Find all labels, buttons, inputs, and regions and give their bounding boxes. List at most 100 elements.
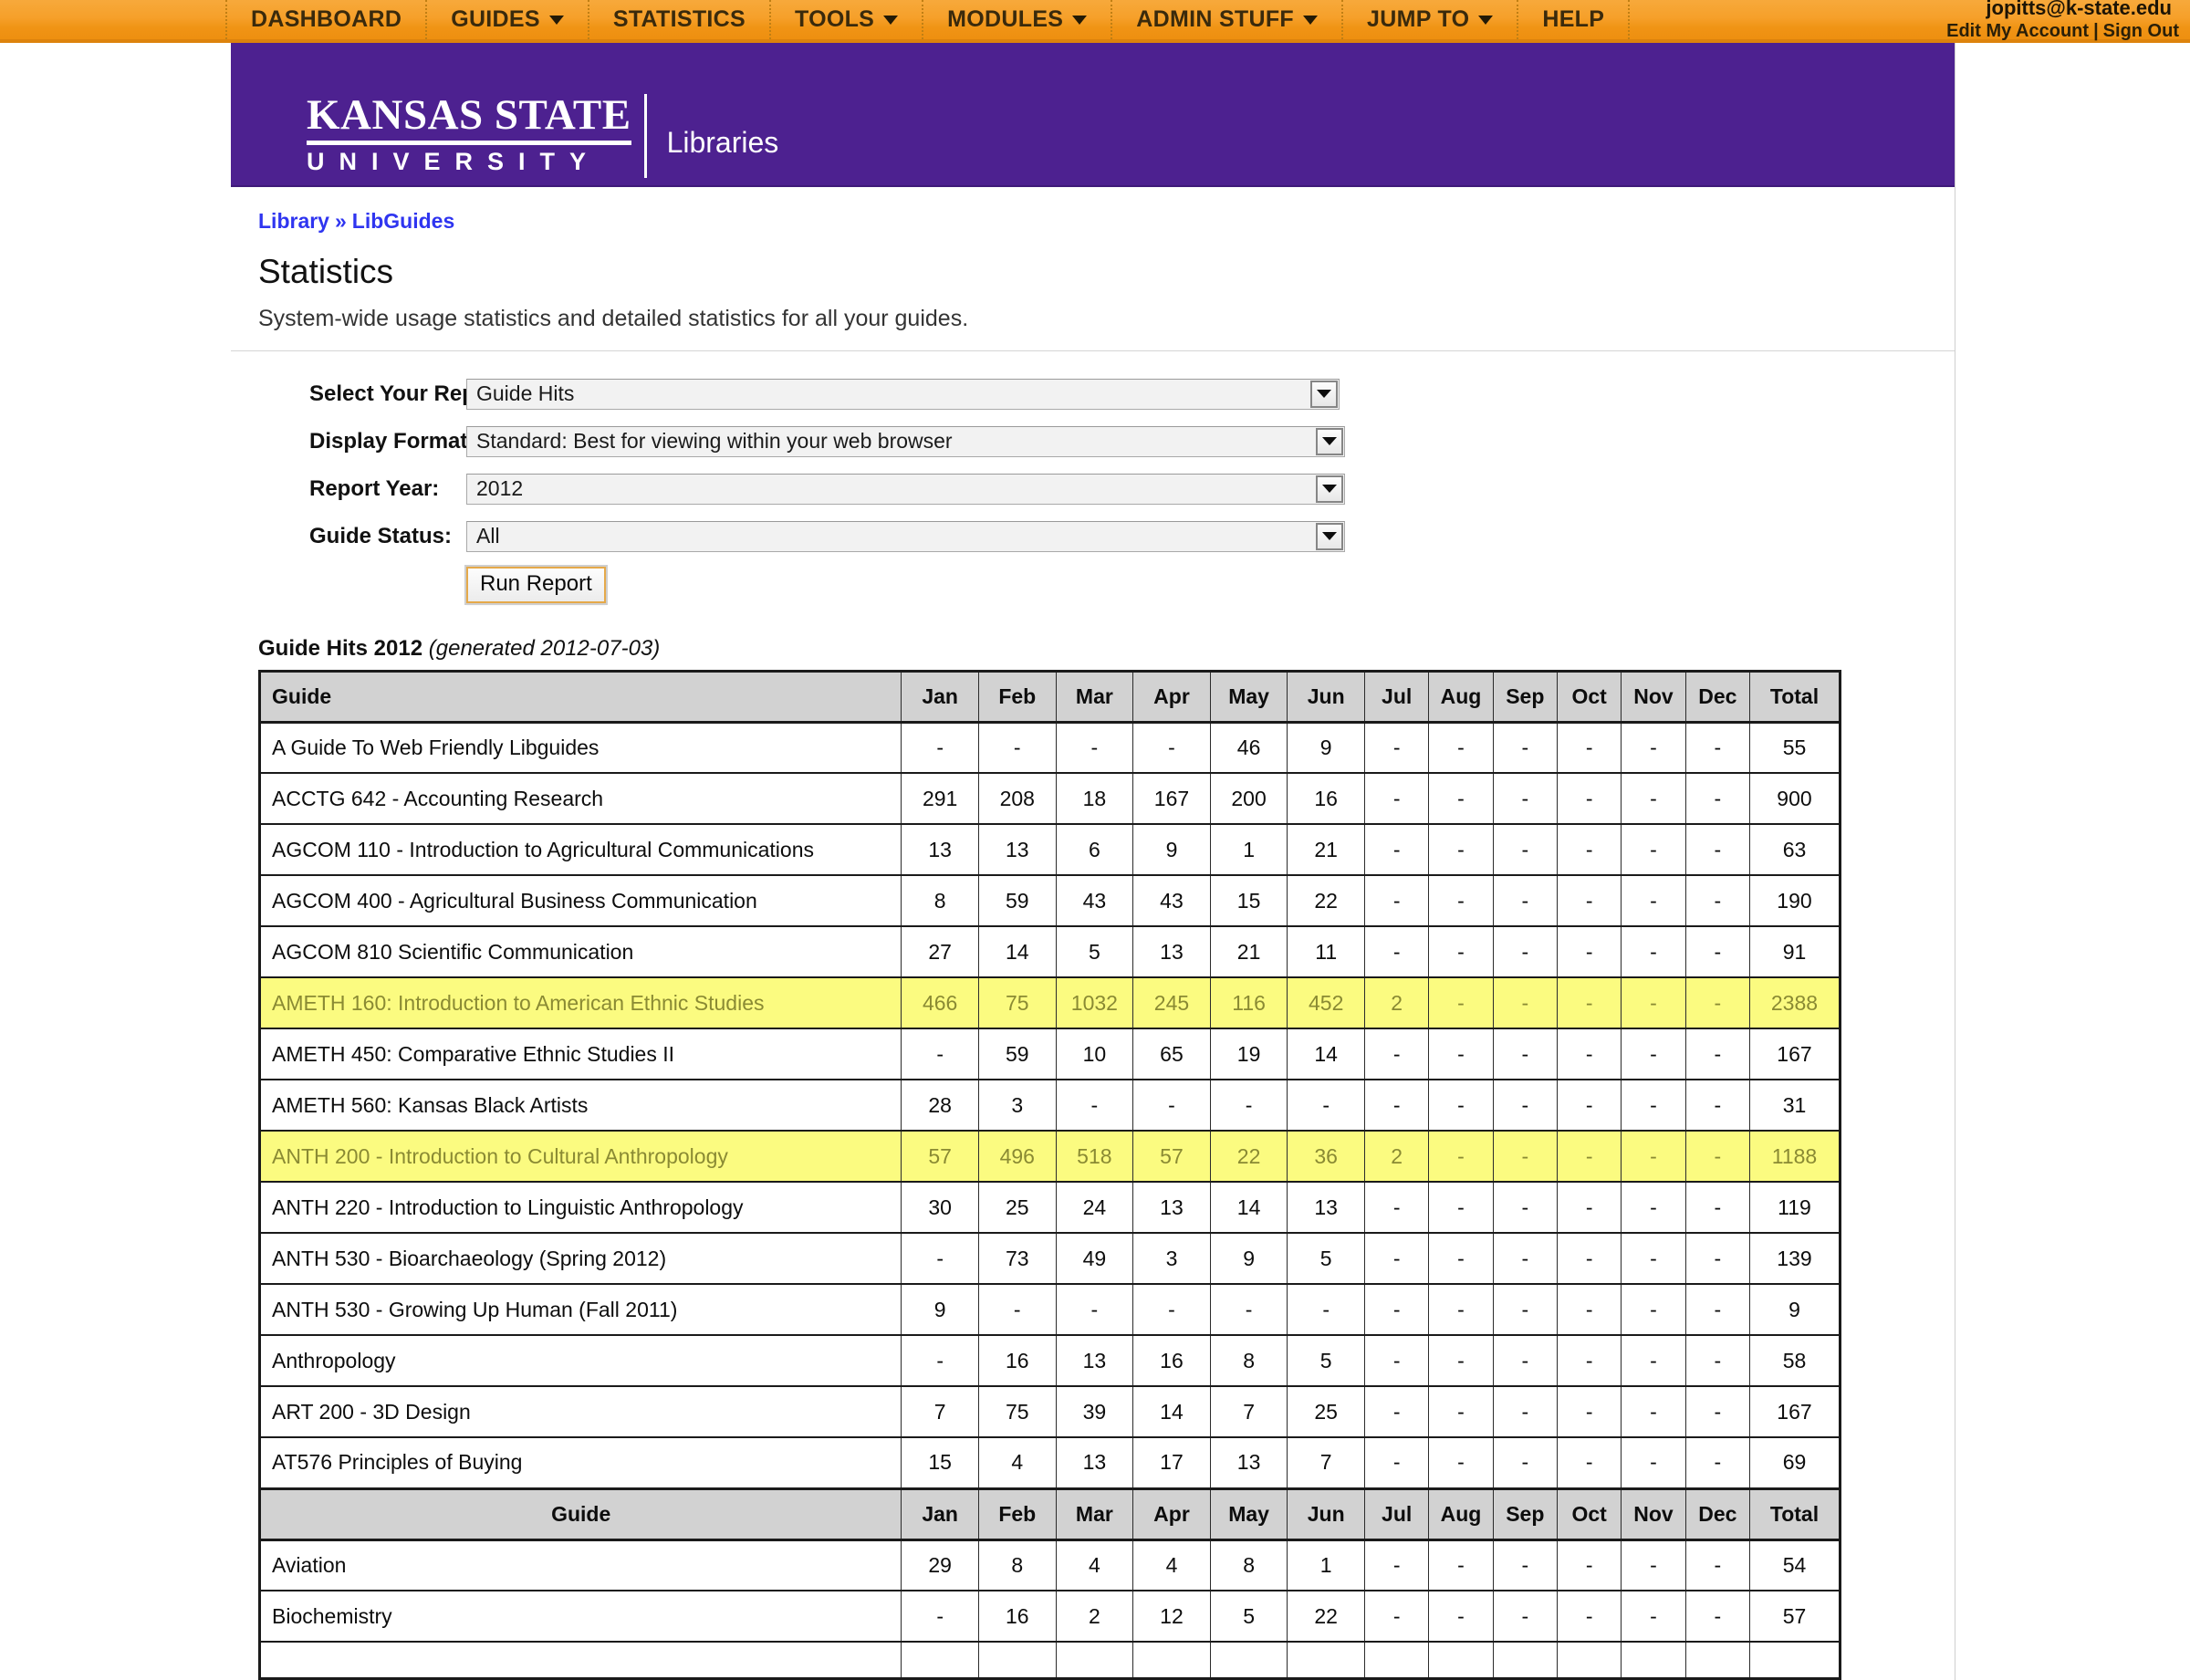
- select-value: 2012: [476, 476, 524, 501]
- hits-cell-nov: -: [1621, 1028, 1686, 1081]
- hits-cell-aug: -: [1428, 1028, 1494, 1081]
- table-row[interactable]: AT576 Principles of Buying 15 4 13 17 13 7- - - -…: [258, 1436, 1841, 1490]
- hits-cell-feb: 59: [977, 1028, 1057, 1081]
- nav-item-statistics[interactable]: STATISTICS: [589, 0, 771, 39]
- select-guide-status[interactable]: All: [466, 520, 1345, 552]
- table-row[interactable]: AGCOM 400 - Agricultural Business Commun…: [258, 874, 1841, 928]
- table-header: Guide Jan Feb Mar Apr May Jun Jul Aug Sep Oct Nov De…: [258, 670, 1841, 724]
- table-row[interactable]: ANTH 200 - Introduction to Cultural Anth…: [258, 1130, 1841, 1184]
- account-email: jopitts@k-state.edu: [1986, 0, 2172, 19]
- nav-item-jump-to[interactable]: JUMP TO: [1343, 0, 1519, 39]
- select-report-year[interactable]: 2012: [466, 473, 1345, 505]
- hits-cell-jan: 27: [901, 925, 979, 979]
- table-row[interactable]: Biochemistry -16 2 12 5 22- - - - - -57: [258, 1590, 1841, 1643]
- nav-item-modules[interactable]: MODULES: [923, 0, 1113, 39]
- empty-cell: [1748, 1641, 1841, 1680]
- form-button-spacer: [258, 567, 466, 603]
- hits-cell-oct: -: [1556, 976, 1622, 1030]
- empty-cell: [901, 1641, 979, 1680]
- empty-cell: [1428, 1641, 1494, 1680]
- hits-cell-aug: -: [1428, 772, 1494, 826]
- hits-cell-jun: 5: [1287, 1334, 1365, 1388]
- dropdown-arrow-button[interactable]: [1316, 522, 1343, 550]
- breadcrumb-separator: »: [334, 209, 347, 233]
- hits-cell-jan: 30: [901, 1181, 979, 1235]
- hits-cell-feb: -: [977, 721, 1057, 775]
- guide-name-cell: ANTH 200 - Introduction to Cultural Anth…: [258, 1130, 902, 1184]
- dropdown-arrow-button[interactable]: [1316, 475, 1343, 503]
- page-header-area: Library» LibGuides Statistics System-wide…: [231, 187, 1955, 351]
- hits-cell-nov: -: [1621, 721, 1686, 775]
- nav-item-tools[interactable]: TOOLS: [771, 0, 924, 39]
- hits-cell-jan: 29: [901, 1539, 979, 1592]
- hits-cell-may: 46: [1209, 721, 1288, 775]
- run-report-button[interactable]: Run Report: [464, 564, 608, 605]
- logo-rule: [307, 141, 631, 145]
- dropdown-arrow-button[interactable]: [1316, 427, 1343, 455]
- nav-item-dashboard[interactable]: DASHBOARD: [225, 0, 428, 39]
- hits-cell-jun: 22: [1287, 1590, 1365, 1643]
- hits-cell-dec: -: [1684, 1079, 1750, 1132]
- hits-cell-jan: -: [901, 1334, 979, 1388]
- hits-cell-may: 9: [1209, 1232, 1288, 1286]
- hits-cell-jul: -: [1363, 721, 1430, 775]
- column-header-dec: Dec: [1684, 1487, 1750, 1541]
- edit-my-account-link[interactable]: Edit My Account: [1946, 21, 2089, 41]
- hits-cell-oct: -: [1556, 925, 1622, 979]
- hits-cell-feb: 8: [977, 1539, 1057, 1592]
- page-content: KANSAS STATE UNIVERSITY Libraries Librar…: [231, 43, 1955, 1680]
- guide-name-cell: ANTH 220 - Introduction to Linguistic An…: [258, 1181, 902, 1235]
- hits-cell-nov: -: [1621, 925, 1686, 979]
- ksu-libraries-logo[interactable]: KANSAS STATE UNIVERSITY Libraries: [307, 94, 778, 178]
- table-row[interactable]: ANTH 220 - Introduction to Linguistic An…: [258, 1181, 1841, 1235]
- hits-cell-jul: -: [1363, 1590, 1430, 1643]
- hits-cell-may: 14: [1209, 1181, 1288, 1235]
- table-row[interactable]: AGCOM 110 - Introduction to Agricultural…: [258, 823, 1841, 877]
- sign-out-link[interactable]: Sign Out: [2103, 21, 2179, 41]
- table-row[interactable]: ANTH 530 - Bioarchaeology (Spring 2012) -…: [258, 1232, 1841, 1286]
- report-caption: Guide Hits 2012 (generated 2012-07-03): [258, 636, 1955, 662]
- hits-cell-feb: 73: [977, 1232, 1057, 1286]
- table-row[interactable]: Aviation 29 8 4 4 8 1- - - - - -54: [258, 1539, 1841, 1592]
- table-row[interactable]: AMETH 160: Introduction to American Ethn…: [258, 976, 1841, 1030]
- hits-cell-feb: 25: [977, 1181, 1057, 1235]
- hits-cell-dec: -: [1684, 823, 1750, 877]
- hits-cell-mar: 18: [1055, 772, 1134, 826]
- column-header-feb: Feb: [977, 670, 1057, 724]
- hits-cell-may: -: [1209, 1079, 1288, 1132]
- table-row[interactable]: AMETH 560: Kansas Black Artists 28 3- - - - - -…: [258, 1079, 1841, 1132]
- breadcrumb-library-link[interactable]: Library: [258, 209, 329, 233]
- hits-cell-sep: -: [1492, 1079, 1558, 1132]
- nav-item-guides[interactable]: GUIDES: [427, 0, 589, 39]
- hits-cell-apr: -: [1132, 1283, 1211, 1337]
- table-row[interactable]: ANTH 530 - Growing Up Human (Fall 2011) 9…: [258, 1283, 1841, 1337]
- select-select-your-report[interactable]: Guide Hits: [466, 378, 1340, 410]
- hits-cell-jan: 291: [901, 772, 979, 826]
- table-row[interactable]: ART 200 - 3D Design 7 75 39 14 7 25- - - - - -167: [258, 1385, 1841, 1439]
- nav-item-admin-stuff[interactable]: ADMIN STUFF: [1112, 0, 1344, 39]
- table-row[interactable]: ACCTG 642 - Accounting Research 291 208 18 1…: [258, 772, 1841, 826]
- hits-cell-aug: -: [1428, 1181, 1494, 1235]
- table-row[interactable]: A Guide To Web Friendly Libguides - - - -46 9…: [258, 721, 1841, 775]
- table-row[interactable]: AMETH 450: Comparative Ethnic Studies II…: [258, 1028, 1841, 1081]
- hits-cell-jul: -: [1363, 1436, 1430, 1490]
- guide-name-cell: ANTH 530 - Bioarchaeology (Spring 2012): [258, 1232, 902, 1286]
- empty-cell: [1055, 1641, 1134, 1680]
- table-row[interactable]: Anthropology -16 13 16 8 5- - - - - -58: [258, 1334, 1841, 1388]
- hits-cell-sep: -: [1492, 1283, 1558, 1337]
- select-display-format[interactable]: Standard: Best for viewing within your w…: [466, 425, 1345, 457]
- hits-cell-mar: 13: [1055, 1436, 1134, 1490]
- dropdown-arrow-button[interactable]: [1310, 380, 1338, 408]
- empty-cell: [1287, 1641, 1365, 1680]
- table-row[interactable]: AGCOM 810 Scientific Communication 27 14 5 1…: [258, 925, 1841, 979]
- hits-cell-dec: -: [1684, 1590, 1750, 1643]
- hits-cell-dec: -: [1684, 721, 1750, 775]
- column-header-jul: Jul: [1363, 1487, 1430, 1541]
- hits-cell-nov: -: [1621, 772, 1686, 826]
- breadcrumb-libguides-link[interactable]: LibGuides: [352, 209, 454, 233]
- nav-item-help[interactable]: HELP: [1518, 0, 1631, 39]
- hits-cell-jan: -: [901, 1590, 979, 1643]
- hits-cell-jun: 36: [1287, 1130, 1365, 1184]
- empty-cell: [1492, 1641, 1558, 1680]
- nav-item-label: ADMIN STUFF: [1136, 6, 1295, 32]
